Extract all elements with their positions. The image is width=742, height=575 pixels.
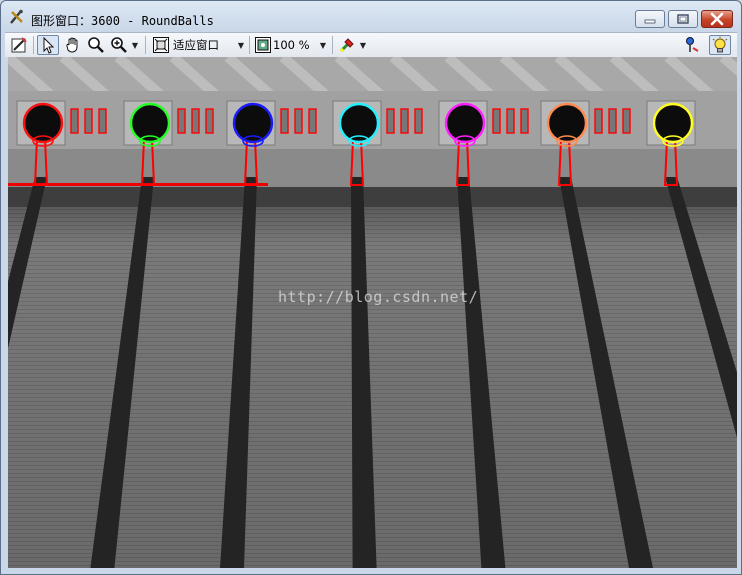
die-contour (191, 108, 200, 134)
chevron-down-icon: ▼ (359, 40, 367, 50)
edit-icon (11, 37, 27, 53)
fit-window-label[interactable]: 适应窗口 (173, 35, 233, 55)
minimize-button[interactable] (635, 10, 665, 28)
die-contour (280, 108, 289, 134)
chevron-down-icon: ▼ (131, 40, 139, 50)
minimize-icon (644, 19, 656, 24)
toolbar: ▼ 适应窗口 ▼ 100 % ▼ ▼ (5, 32, 737, 57)
graphics-window: 图形窗口：3600 - RoundBalls ▼ 适应窗口 ▼ 100 % ▼ … (0, 0, 742, 575)
hand-icon (66, 37, 78, 53)
app-icon (9, 9, 25, 25)
maximize-icon (677, 14, 689, 24)
zoom-dropdown-button[interactable]: ▼ (130, 35, 140, 55)
fit-window-icon (153, 37, 169, 53)
window-title: 图形窗口：3600 - RoundBalls (31, 12, 214, 29)
fit-window-button[interactable] (151, 35, 171, 55)
die-contour (506, 108, 515, 134)
pin-button[interactable] (681, 35, 701, 55)
pin-icon (686, 37, 699, 52)
toolbar-separator (33, 36, 34, 54)
die-contour (177, 108, 186, 134)
window-title-prefix: 图形窗口： (31, 14, 92, 28)
close-icon (710, 12, 724, 26)
image-canvas[interactable]: http://blog.csdn.net/ (8, 57, 737, 568)
die-contour (414, 108, 423, 134)
die-contour (400, 108, 409, 134)
zoom-level-icon (255, 37, 271, 53)
toolbar-separator (145, 36, 146, 54)
die-contour (594, 108, 603, 134)
close-button[interactable] (701, 10, 733, 28)
pointer-icon (43, 36, 55, 54)
die-contour (84, 108, 93, 134)
zoom-plus-icon (111, 37, 127, 53)
die-contour (520, 108, 529, 134)
bulb-button[interactable] (709, 35, 731, 55)
zoom-level-label[interactable]: 100 % (273, 35, 317, 55)
zoom-level-dropdown-button[interactable]: ▼ (317, 35, 329, 55)
die-contour (608, 108, 617, 134)
watermark-text: http://blog.csdn.net/ (278, 288, 479, 306)
die-contour (492, 108, 501, 134)
die-contour (386, 108, 395, 134)
window-title-rest: 3600 - RoundBalls (91, 14, 214, 28)
zoom-icon (88, 37, 104, 53)
fit-dropdown-button[interactable]: ▼ (235, 35, 247, 55)
inspection-image (8, 57, 737, 568)
die-contour (294, 108, 303, 134)
die-contour (98, 108, 107, 134)
pan-tool-button[interactable] (62, 35, 84, 55)
toolbar-separator (332, 36, 333, 54)
die-contour (70, 108, 79, 134)
zoom-level-button[interactable] (253, 35, 273, 55)
paint-dropdown-button[interactable]: ▼ (357, 35, 369, 55)
die-contour (308, 108, 317, 134)
die-contour (622, 108, 631, 134)
zoom-tool-button[interactable] (86, 35, 106, 55)
die-contour (205, 108, 214, 134)
chevron-down-icon: ▼ (237, 40, 245, 50)
paint-icon (339, 38, 354, 53)
pointer-tool-button[interactable] (37, 35, 59, 55)
chevron-down-icon: ▼ (319, 40, 327, 50)
paint-button[interactable] (337, 35, 357, 55)
toolbar-separator (249, 36, 250, 54)
edit-button[interactable] (9, 35, 29, 55)
title-bar[interactable]: 图形窗口：3600 - RoundBalls (1, 1, 741, 31)
bulb-icon (712, 36, 728, 53)
zoom-in-button[interactable] (108, 35, 130, 55)
maximize-button[interactable] (668, 10, 698, 28)
